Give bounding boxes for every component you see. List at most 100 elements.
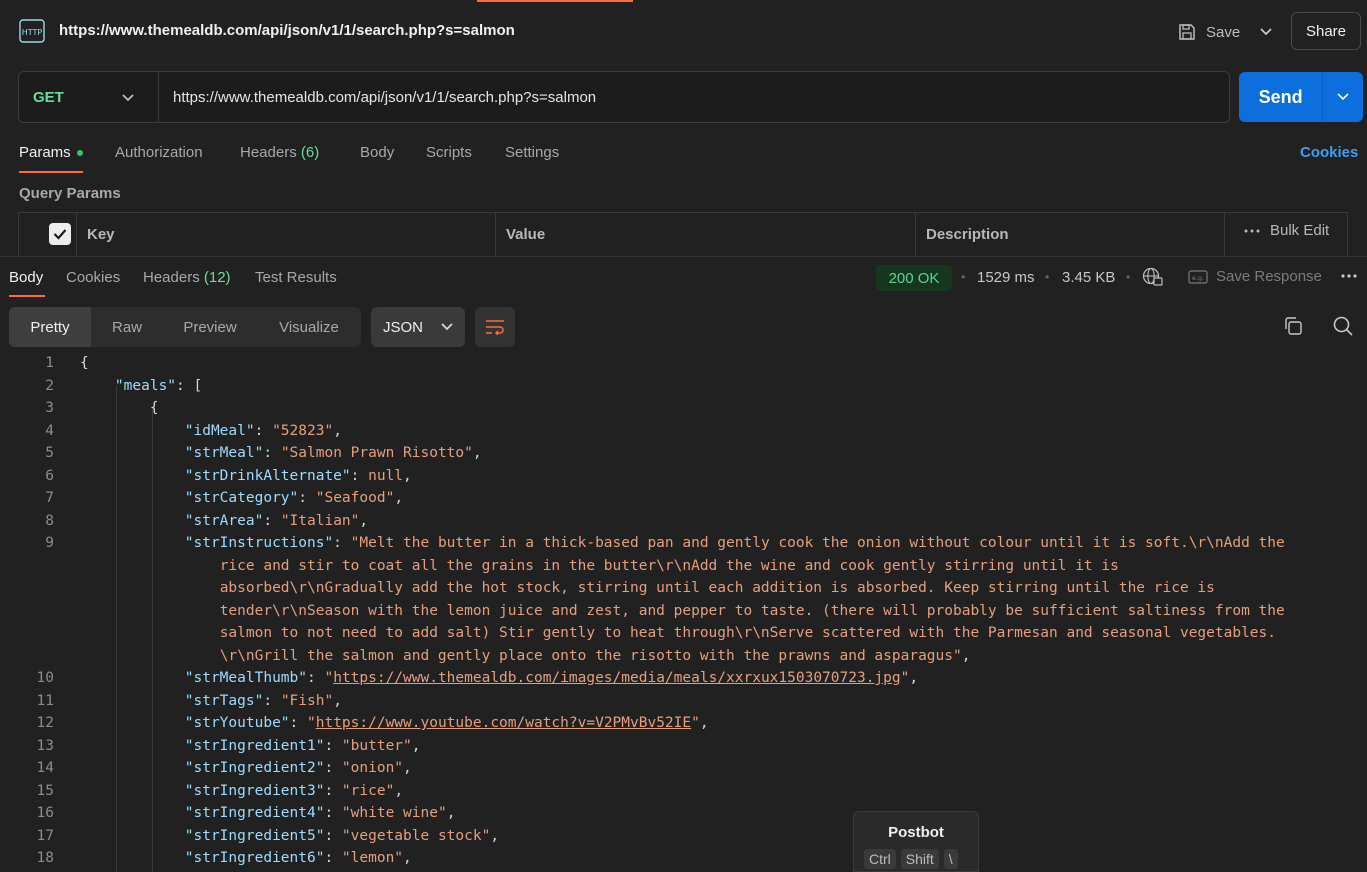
tab-response-headers-label: Headers [143, 269, 200, 286]
tab-underline [19, 171, 83, 173]
code-line: 5 "strMeal": "Salmon Prawn Risotto", [0, 442, 1367, 465]
params-active-dot [76, 150, 83, 157]
line-number: 12 [36, 715, 54, 731]
search-icon[interactable] [1332, 315, 1354, 337]
line-number: 7 [45, 490, 54, 506]
line-number: 1 [45, 355, 54, 371]
json-value: "vegetable stock" [341, 827, 491, 844]
format-label: JSON [383, 318, 424, 336]
postbot-title: Postbot [888, 824, 944, 841]
json-key: "strIngredient5" [184, 827, 325, 844]
line-number: 10 [36, 670, 54, 686]
line-number: 16 [36, 805, 54, 821]
code-line: 13 "strIngredient1": "butter", [0, 735, 1367, 758]
tab-authorization[interactable]: Authorization [115, 144, 203, 161]
bulk-edit-label: Bulk Edit [1270, 222, 1330, 239]
shortcut-key: Ctrl [864, 849, 896, 869]
tab-underline [9, 295, 45, 297]
json-value: "Melt the butter in a thick-based pan an… [350, 535, 1285, 551]
panel-divider[interactable] [0, 256, 1367, 257]
select-all-checkbox[interactable] [49, 223, 71, 245]
send-options-button[interactable] [1322, 72, 1363, 122]
view-raw[interactable]: Raw [91, 307, 163, 347]
wrap-lines-button[interactable] [475, 307, 515, 347]
line-number: 14 [36, 760, 54, 776]
json-key: "meals" [114, 377, 177, 394]
json-link[interactable]: https://www.themealdb.com/images/media/m… [333, 670, 900, 686]
save-label: Save [1206, 23, 1241, 41]
code-line-wrapped: tender\r\nSeason with the lemon juice an… [0, 600, 1367, 623]
view-preview[interactable]: Preview [163, 307, 257, 347]
tab-settings[interactable]: Settings [505, 144, 559, 161]
copy-icon[interactable] [1283, 316, 1303, 336]
svg-text:HTTP: HTTP [22, 28, 43, 37]
code-line: 7 "strCategory": "Seafood", [0, 487, 1367, 510]
json-key: "strIngredient4" [184, 805, 325, 821]
network-globe-icon[interactable] [1142, 267, 1164, 287]
more-options-icon[interactable] [1340, 266, 1358, 286]
method-select[interactable]: GET [19, 72, 159, 122]
json-value: rice and stir to coat all the grains in … [219, 557, 1119, 574]
chevron-down-icon [1337, 93, 1349, 101]
shortcut-key: \ [943, 849, 958, 869]
json-key: "strMeal" [184, 445, 264, 461]
save-button[interactable]: Save [1178, 20, 1240, 44]
more-horizontal-icon [1244, 229, 1260, 232]
view-visualize[interactable]: Visualize [257, 307, 361, 347]
format-select[interactable]: JSON [371, 307, 465, 347]
json-value: "Salmon Prawn Risotto" [280, 445, 473, 461]
code-line: 14 "strIngredient2": "onion", [0, 757, 1367, 780]
postbot-launcher[interactable]: Postbot Ctrl Shift \ [853, 811, 979, 872]
code-line: 17 "strIngredient5": "vegetable stock", [0, 825, 1367, 848]
chevron-down-icon [122, 94, 134, 102]
url-input[interactable] [173, 72, 1213, 122]
code-line: 6 "strDrinkAlternate": null, [0, 465, 1367, 488]
key-header: Key [87, 226, 115, 243]
tab-body[interactable]: Body [360, 144, 394, 161]
code-line: 15 "strIngredient3": "rice", [0, 780, 1367, 803]
tab-headers[interactable]: Headers (6) [240, 144, 319, 161]
tab-headers-label: Headers [240, 144, 297, 161]
response-body-viewer[interactable]: 1{ 2 "meals": [ 3 { 4 "idMeal": "52823",… [0, 352, 1367, 872]
status-badge[interactable]: 200 OK [876, 265, 952, 291]
description-column: Description [916, 213, 1225, 257]
tab-response-body[interactable]: Body [9, 269, 43, 286]
response-time[interactable]: 1529 ms [977, 269, 1035, 286]
json-value: \r\nGrill the salmon and gently place on… [219, 647, 962, 664]
tab-test-results[interactable]: Test Results [255, 269, 337, 286]
code-line-wrapped: \r\nGrill the salmon and gently place on… [219, 647, 971, 664]
line-number: 9 [45, 535, 54, 551]
tab-scripts[interactable]: Scripts [426, 144, 472, 161]
bulk-edit-button[interactable]: Bulk Edit [1244, 222, 1329, 239]
save-response-button[interactable]: e.g. Save Response [1188, 268, 1322, 285]
view-pretty[interactable]: Pretty [9, 307, 91, 347]
share-button[interactable]: Share [1291, 12, 1361, 50]
tab-params[interactable]: Params [19, 144, 83, 161]
cookies-link[interactable]: Cookies [1300, 144, 1358, 161]
tab-response-cookies[interactable]: Cookies [66, 269, 120, 286]
url-bar: GET [18, 71, 1230, 123]
request-title[interactable]: https://www.themealdb.com/api/json/v1/1/… [59, 22, 515, 39]
line-number: 18 [36, 850, 54, 866]
http-icon: HTTP [19, 19, 45, 43]
headers-count: (6) [300, 144, 320, 161]
save-options-button[interactable] [1256, 20, 1276, 44]
tab-response-headers[interactable]: Headers (12) [143, 269, 231, 286]
json-value: "butter" [341, 737, 412, 754]
shortcut-key: Shift [900, 849, 939, 869]
save-response-label: Save Response [1216, 268, 1322, 285]
separator-dot: • [961, 270, 966, 284]
line-number: 4 [45, 422, 54, 439]
value-header: Value [506, 226, 546, 243]
send-button[interactable]: Send [1239, 72, 1322, 122]
json-key: "strYoutube" [184, 715, 290, 731]
json-value: null [368, 467, 404, 484]
line-number: 15 [36, 782, 54, 799]
response-size[interactable]: 3.45 KB [1062, 269, 1115, 286]
json-link[interactable]: https://www.youtube.com/watch?v=V2PMvBv5… [316, 715, 691, 731]
postbot-shortcut: Ctrl Shift \ [864, 849, 958, 869]
json-key: "strIngredient6" [184, 850, 325, 866]
example-icon: e.g. [1188, 269, 1208, 284]
code-line: 3 { [0, 397, 1367, 420]
json-value: "white wine" [341, 805, 447, 821]
